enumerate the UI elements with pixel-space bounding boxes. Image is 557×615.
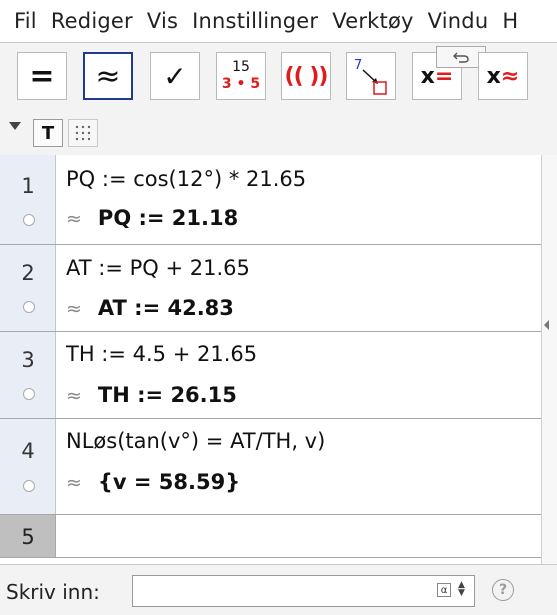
text-style-button[interactable]: T bbox=[33, 119, 63, 147]
history-arrows-icon[interactable]: ▲ ▼ bbox=[458, 581, 465, 598]
check-icon: ✓ bbox=[163, 59, 187, 93]
menu-vis[interactable]: Vis bbox=[139, 9, 184, 33]
substitute-icon: 7 bbox=[354, 58, 387, 95]
menu-fil[interactable]: Fil bbox=[0, 9, 43, 33]
cas-result: TH := 26.15 bbox=[97, 383, 237, 407]
menu-hjelp[interactable]: H bbox=[494, 9, 524, 33]
row-number: 5 bbox=[21, 525, 35, 549]
menu-rediger[interactable]: Rediger bbox=[43, 9, 139, 33]
style-bar: T bbox=[0, 109, 557, 155]
approx-icon: ≈ bbox=[66, 385, 82, 407]
cas-row[interactable]: 2 AT := PQ + 21.65 ≈ AT := 42.83 bbox=[0, 245, 541, 332]
cas-output: ≈ TH := 26.15 bbox=[66, 383, 237, 407]
cas-output: ≈ PQ := 21.18 bbox=[66, 206, 238, 230]
row-number: 3 bbox=[21, 348, 35, 372]
evaluate-exact-button[interactable]: = bbox=[17, 52, 67, 100]
show-result-radio[interactable] bbox=[23, 480, 35, 492]
cas-result: PQ := 21.18 bbox=[97, 206, 239, 230]
keypad-icon bbox=[75, 125, 91, 141]
row-number: 4 bbox=[21, 439, 35, 463]
cas-input[interactable]: PQ := cos(12°) * 21.65 bbox=[66, 167, 306, 191]
row-gutter bbox=[0, 245, 56, 331]
cas-output: ≈ AT := 42.83 bbox=[66, 296, 234, 320]
approx-icon: ≈ bbox=[95, 58, 121, 94]
side-panel-edge bbox=[541, 155, 557, 564]
factor-top-label: 15 bbox=[232, 59, 250, 75]
menu-bar: Fil Rediger Vis Innstillinger Verktøy Vi… bbox=[0, 0, 557, 42]
nsolve-button[interactable]: x≈ bbox=[478, 52, 528, 100]
keep-input-button[interactable]: ✓ bbox=[150, 52, 200, 100]
show-result-radio[interactable] bbox=[23, 214, 35, 226]
keypad-button[interactable] bbox=[68, 119, 98, 147]
factor-button[interactable]: 15 3 • 5 bbox=[216, 52, 266, 100]
equals-icon: = bbox=[29, 58, 55, 94]
cas-result: AT := 42.83 bbox=[97, 296, 234, 320]
row-number: 2 bbox=[21, 261, 35, 285]
factor-bottom-label: 3 • 5 bbox=[221, 76, 261, 92]
menu-vindu[interactable]: Vindu bbox=[420, 9, 495, 33]
cas-output: ≈ {v = 58.59} bbox=[66, 470, 240, 494]
menu-innstillinger[interactable]: Innstillinger bbox=[184, 9, 324, 33]
cas-row[interactable]: 4 NLøs(tan(v°) = AT/TH, v) ≈ {v = 58.59} bbox=[0, 419, 541, 515]
collapse-arrow-icon[interactable] bbox=[544, 320, 549, 330]
cas-input[interactable]: TH := 4.5 + 21.65 bbox=[66, 342, 257, 366]
nsolve-icon: x≈ bbox=[486, 63, 520, 89]
row-number: 1 bbox=[21, 174, 35, 198]
cas-result: {v = 58.59} bbox=[97, 470, 241, 494]
collapse-triangle-icon[interactable] bbox=[9, 122, 21, 130]
cas-input[interactable]: AT := PQ + 21.65 bbox=[66, 256, 250, 280]
row-gutter bbox=[0, 419, 56, 514]
help-icon[interactable]: ? bbox=[492, 579, 514, 601]
input-field[interactable] bbox=[132, 575, 475, 607]
toolbar: = ≈ ✓ 15 3 • 5 (( )) 7 x= x≈ bbox=[0, 42, 557, 110]
cas-input[interactable]: NLøs(tan(v°) = AT/TH, v) bbox=[66, 429, 325, 453]
row-gutter bbox=[0, 332, 56, 418]
cas-row[interactable]: 3 TH := 4.5 + 21.65 ≈ TH := 26.15 bbox=[0, 332, 541, 419]
approx-icon: ≈ bbox=[66, 472, 82, 494]
approx-icon: ≈ bbox=[66, 298, 82, 320]
row-gutter bbox=[0, 155, 56, 244]
substitute-button[interactable]: 7 bbox=[346, 52, 396, 100]
cas-row[interactable]: 1 PQ := cos(12°) * 21.65 ≈ PQ := 21.18 bbox=[0, 155, 541, 245]
menu-verktoy[interactable]: Verktøy bbox=[324, 9, 419, 33]
parentheses-icon: (( )) bbox=[284, 63, 329, 89]
cas-row-empty[interactable]: 5 bbox=[0, 515, 541, 558]
approx-icon: ≈ bbox=[66, 208, 82, 230]
undo-icon bbox=[453, 52, 469, 63]
alpha-keyboard-icon[interactable]: α bbox=[437, 583, 451, 597]
substitute-number: 7 bbox=[354, 58, 362, 73]
input-label: Skriv inn: bbox=[6, 580, 100, 604]
show-result-radio[interactable] bbox=[23, 301, 35, 313]
input-bar: Skriv inn: α ▲ ▼ ? bbox=[0, 564, 557, 615]
expand-button[interactable]: (( )) bbox=[281, 52, 331, 100]
cas-view: 1 PQ := cos(12°) * 21.65 ≈ PQ := 21.18 2… bbox=[0, 155, 541, 564]
show-result-radio[interactable] bbox=[23, 388, 35, 400]
numeric-button[interactable]: ≈ bbox=[83, 52, 133, 100]
